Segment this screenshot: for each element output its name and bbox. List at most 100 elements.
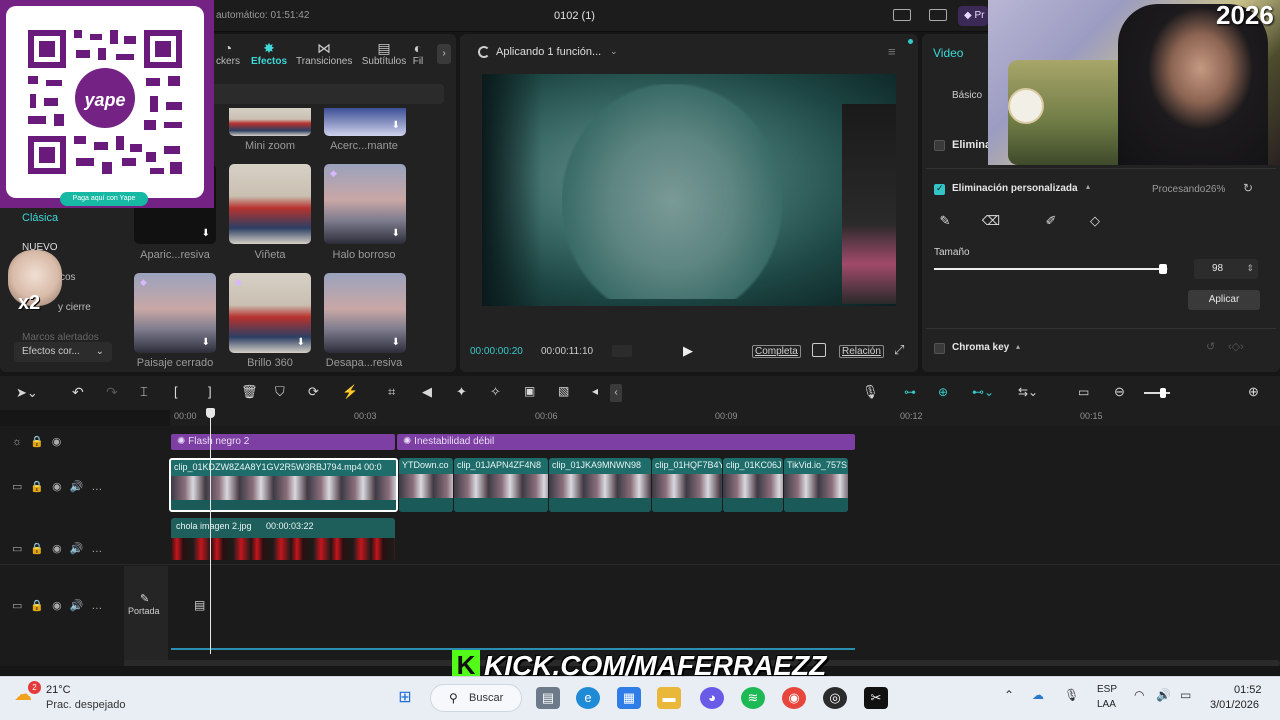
wifi-icon[interactable]: ◠: [1134, 688, 1144, 702]
cover-slot[interactable]: [124, 566, 168, 666]
size-slider-knob[interactable]: [1159, 264, 1167, 274]
menu-icon[interactable]: ≡: [888, 44, 896, 59]
tab-subtitles[interactable]: ▤ Subtítulos: [356, 40, 412, 67]
fx-inestabilidad[interactable]: ✺ Inestabilidad débil: [397, 434, 855, 450]
video-clip[interactable]: clip_01KC06J: [723, 458, 783, 512]
effect-thumb-brillo-360[interactable]: ◆ ⬇: [229, 273, 311, 353]
loop-icon[interactable]: ⟳: [308, 384, 319, 400]
chevron-down-icon[interactable]: ⌄: [610, 46, 618, 57]
tab-basic[interactable]: Básico: [952, 90, 982, 101]
smart-eraser-icon[interactable]: ⌫: [980, 211, 1002, 231]
effects-category-dropdown[interactable]: Efectos cor... ⌄: [14, 342, 112, 362]
effect-thumb-vineta[interactable]: [229, 164, 311, 244]
ai-icon[interactable]: ✦: [456, 384, 467, 400]
task-view-icon[interactable]: ▤: [536, 687, 560, 709]
delete-icon[interactable]: 🗑: [241, 384, 258, 400]
video-clip[interactable]: TikVid.io_757S: [784, 458, 848, 512]
obs-icon[interactable]: ◎: [823, 687, 847, 709]
keyframe-icon[interactable]: ‹◇›: [1228, 340, 1244, 353]
cover-track-controls[interactable]: ▭🔒◉🔊…: [12, 599, 110, 612]
hd-icon[interactable]: ▣: [524, 384, 535, 398]
zoom-slider-knob[interactable]: [1160, 388, 1166, 398]
lang-bottom[interactable]: LAA: [1097, 699, 1116, 710]
chroma-key-checkbox[interactable]: [934, 343, 945, 354]
tray-overflow-icon[interactable]: ⌃: [1004, 688, 1014, 702]
timeline-ruler[interactable]: 00:00 00:03 00:06 00:09 00:12 00:15: [170, 410, 1280, 426]
cloud-icon[interactable]: ☁: [1032, 688, 1044, 702]
fx-flash-negro[interactable]: ✺ Flash negro 2: [171, 434, 395, 450]
main-track-controls[interactable]: ▭🔒◉🔊…: [12, 480, 110, 493]
magnet-icon[interactable]: ⊕: [938, 385, 948, 399]
reset-icon[interactable]: ↻: [1243, 181, 1253, 195]
zoom-out-icon[interactable]: ⊖: [1114, 384, 1125, 400]
lang-top[interactable]: ESP: [1097, 684, 1117, 695]
ratio-button[interactable]: Relación: [839, 345, 884, 358]
tab-transitions[interactable]: ⋈ Transiciones: [296, 40, 352, 67]
spotify-icon[interactable]: ≋: [741, 687, 765, 709]
effect-thumb-paisaje-cerrado[interactable]: ◆ ⬇: [134, 273, 216, 353]
reset-icon[interactable]: ↺: [1206, 340, 1215, 353]
clock-date[interactable]: 3/01/2026: [1210, 699, 1259, 711]
chrome-icon[interactable]: ◉: [782, 687, 806, 709]
taskbar-search[interactable]: ⚲ Buscar: [430, 684, 522, 712]
image-clip[interactable]: chola imagen 2.jpg 00:00:03:22: [171, 518, 395, 560]
capcut-icon[interactable]: ✂: [864, 687, 888, 709]
category-cierre[interactable]: y cierre: [58, 302, 91, 313]
magic-icon[interactable]: ✧: [490, 384, 501, 400]
custom-removal-checkbox[interactable]: ✓: [934, 183, 945, 195]
video-clip[interactable]: clip_01KDZW8Z4A8Y1GV2R5W3RBJ794.mp4 00:0: [169, 458, 398, 512]
store-icon[interactable]: ▦: [617, 687, 641, 709]
size-slider-track[interactable]: [934, 264, 1168, 274]
video-preview[interactable]: [482, 74, 896, 306]
smart-brush-icon[interactable]: ✎: [934, 211, 956, 231]
layout-icon[interactable]: [893, 9, 911, 21]
apply-button[interactable]: Aplicar: [1188, 290, 1260, 310]
zoom-in-icon[interactable]: ⊕: [1248, 384, 1259, 400]
video-clip[interactable]: clip_01JKA9MNWN98: [549, 458, 651, 512]
microphone-icon[interactable]: 🎙: [862, 384, 879, 400]
brush-icon[interactable]: ✐: [1040, 211, 1062, 231]
speed-icon[interactable]: ⚡: [342, 384, 358, 400]
caption-icon[interactable]: ▭: [1078, 385, 1089, 399]
playhead-handle[interactable]: [206, 408, 215, 418]
tab-effects[interactable]: ✸ Efectos: [241, 40, 297, 67]
snap-icon[interactable]: ⊷⌄: [972, 385, 994, 399]
crop-icon[interactable]: ⌗: [388, 384, 395, 400]
effect-thumb-halo-borroso[interactable]: ◆ ⬇: [324, 164, 406, 244]
chevron-up-icon[interactable]: ▴: [1016, 342, 1020, 351]
discord-icon[interactable]: ◕: [700, 687, 724, 709]
effect-track-controls[interactable]: ☼🔒◉: [12, 435, 69, 448]
remove-bg-checkbox[interactable]: [934, 140, 945, 151]
undo-icon[interactable]: ↶: [72, 384, 84, 401]
battery-icon[interactable]: ▭: [1180, 688, 1191, 702]
select-tool-icon[interactable]: ➤⌄: [16, 385, 38, 401]
effect-icon[interactable]: ▧: [558, 384, 569, 398]
video-clip[interactable]: YTDown.co: [399, 458, 453, 512]
stepper-icon[interactable]: ⇕: [1246, 258, 1254, 278]
windows-start-icon[interactable]: ⊞: [393, 687, 417, 709]
chevron-up-icon[interactable]: ▴: [1086, 182, 1090, 191]
link-icon[interactable]: ⊶: [904, 385, 916, 399]
video-clip[interactable]: clip_01HQF7B4Y: [652, 458, 722, 512]
edge-icon[interactable]: e: [576, 687, 600, 709]
fullview-button[interactable]: Completa: [752, 345, 801, 358]
waveform-toggle-icon[interactable]: [612, 345, 632, 357]
arrow-icon[interactable]: ◂: [592, 384, 598, 398]
tabs-scroll-right-button[interactable]: ›: [437, 44, 451, 64]
fullscreen-icon[interactable]: ⤢: [894, 342, 904, 358]
shortcut-icon[interactable]: [929, 9, 947, 21]
preview-axis-icon[interactable]: ⇆⌄: [1018, 385, 1038, 399]
category-cos[interactable]: cos: [60, 272, 76, 283]
size-input[interactable]: 98 ⇕: [1194, 259, 1258, 279]
audio-icon[interactable]: ◀: [422, 384, 432, 400]
pro-button[interactable]: ◆ Pr: [958, 6, 988, 26]
shield-icon[interactable]: ⛉: [275, 384, 285, 400]
zoom-fit-icon[interactable]: [812, 343, 826, 357]
effect-thumb-acercamiento[interactable]: ⬇: [324, 108, 406, 136]
effect-thumb-mini-zoom[interactable]: [229, 108, 311, 136]
effect-thumb-desaparicion[interactable]: ⬇: [324, 273, 406, 353]
zoom-slider[interactable]: [1144, 388, 1170, 398]
playhead[interactable]: [206, 408, 215, 654]
video-clip[interactable]: clip_01JAPN4ZF4N8: [454, 458, 548, 512]
tab-filters[interactable]: ◐ Fil: [406, 40, 430, 67]
